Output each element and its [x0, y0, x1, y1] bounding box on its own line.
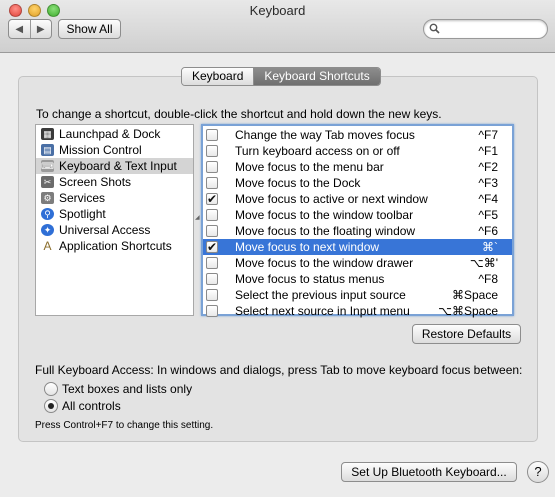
shortcut-key[interactable]: ^F4 [478, 191, 498, 207]
radio-label-all-controls[interactable]: All controls [62, 399, 121, 413]
category-item[interactable]: ▤ Mission Control [36, 142, 193, 158]
keyboard-access-note: Press Control+F7 to change this setting. [35, 420, 214, 431]
shortcut-label: Move focus to the window drawer [235, 256, 414, 270]
keyboard-icon: ⌨ [41, 160, 54, 172]
shortcut-checkbox[interactable] [206, 305, 218, 317]
split-marker-icon: ◢ [195, 215, 200, 221]
help-button[interactable]: ? [527, 461, 549, 483]
shortcut-key[interactable]: ^F8 [478, 271, 498, 287]
shortcut-label: Move focus to status menus [235, 272, 385, 286]
shortcut-key[interactable]: ^F2 [478, 159, 498, 175]
category-label: Mission Control [59, 143, 142, 157]
shortcut-row[interactable]: Move focus to the menu bar ^F2 [203, 159, 512, 175]
shortcut-label: Select next source in Input menu [235, 304, 410, 318]
shortcut-row[interactable]: Change the way Tab moves focus ^F7 [203, 127, 512, 143]
shortcut-checkbox[interactable] [206, 257, 218, 269]
shortcut-checkbox[interactable] [206, 225, 218, 237]
screenshot-icon: ✂ [41, 176, 54, 188]
shortcut-checkbox[interactable] [206, 191, 218, 207]
shortcut-checkbox[interactable] [206, 209, 218, 221]
spotlight-icon: ⚲ [41, 208, 54, 220]
launchpad-icon: ▦ [41, 128, 54, 140]
category-label: Services [59, 191, 106, 205]
shortcut-key[interactable]: ⌥⌘' [470, 255, 498, 271]
shortcut-checkbox[interactable] [206, 161, 218, 173]
shortcut-checkbox[interactable] [206, 239, 218, 255]
category-item[interactable]: ⚙ Services [36, 190, 193, 206]
shortcut-label: Move focus to the menu bar [235, 160, 384, 174]
category-item[interactable]: ✂ Screen Shots [36, 174, 193, 190]
shortcut-label: Move focus to the Dock [235, 176, 361, 190]
shortcut-key[interactable]: ^F6 [478, 223, 498, 239]
radio-text-boxes-only[interactable] [44, 382, 58, 396]
category-label: Screen Shots [59, 175, 132, 189]
category-item[interactable]: A Application Shortcuts [36, 238, 193, 254]
shortcut-table: Change the way Tab moves focus ^F7 Turn … [201, 124, 514, 319]
shortcut-label: Move focus to next window [235, 240, 380, 254]
shortcut-checkbox[interactable] [206, 145, 218, 157]
category-list: ▦ Launchpad & Dock ▤ Mission Control ⌨ K… [35, 124, 194, 316]
category-label: Spotlight [59, 207, 106, 221]
show-all-button[interactable]: Show All [58, 19, 121, 39]
set-up-bluetooth-keyboard-button[interactable]: Set Up Bluetooth Keyboard... [341, 462, 517, 482]
shortcut-row[interactable]: Select the previous input source ⌘Space [203, 287, 512, 303]
shortcut-key[interactable]: ^F5 [478, 207, 498, 223]
shortcut-checkbox[interactable] [206, 177, 218, 189]
shortcut-row[interactable]: Turn keyboard access on or off ^F1 [203, 143, 512, 159]
window-title: Keyboard [249, 3, 306, 18]
category-item[interactable]: ▦ Launchpad & Dock [36, 126, 193, 142]
shortcut-checkbox[interactable] [206, 289, 218, 301]
accessibility-icon: ✦ [41, 224, 54, 236]
category-label: Launchpad & Dock [59, 127, 161, 141]
restore-defaults-button[interactable]: Restore Defaults [412, 324, 521, 344]
app-store-icon: A [43, 239, 52, 253]
category-item[interactable]: ⌨ Keyboard & Text Input [36, 158, 193, 174]
shortcut-key[interactable]: ⌘` [482, 239, 498, 255]
gear-icon: ⚙ [41, 192, 54, 204]
keyboard-preferences-window: Keyboard ◀ ▶ Show All Keyboard Keyboard … [0, 0, 555, 497]
shortcut-key[interactable]: ^F3 [478, 175, 498, 191]
search-input[interactable] [444, 22, 544, 36]
category-label: Universal Access [59, 223, 151, 237]
shortcut-row[interactable]: Select next source in Input menu ⌥⌘Space [203, 303, 512, 319]
shortcut-label: Move focus to the window toolbar [235, 208, 414, 222]
shortcut-checkbox[interactable] [206, 129, 218, 141]
shortcut-key[interactable]: ^F1 [478, 143, 498, 159]
tab-keyboard-shortcuts[interactable]: Keyboard Shortcuts [253, 68, 380, 85]
shortcut-row[interactable]: Move focus to status menus ^F8 [203, 271, 512, 287]
instructions-text: To change a shortcut, double-click the s… [36, 107, 442, 121]
shortcut-row[interactable]: Move focus to the floating window ^F6 [203, 223, 512, 239]
back-button[interactable]: ◀ [9, 20, 30, 38]
category-label: Keyboard & Text Input [59, 159, 177, 173]
mission-control-icon: ▤ [41, 144, 54, 156]
shortcut-row[interactable]: Move focus to the window toolbar ^F5 [203, 207, 512, 223]
search-field[interactable] [423, 19, 548, 39]
shortcut-label: Change the way Tab moves focus [235, 128, 415, 142]
shortcut-label: Select the previous input source [235, 288, 406, 302]
radio-label-text-boxes[interactable]: Text boxes and lists only [62, 382, 192, 396]
tab-bar: Keyboard Keyboard Shortcuts [181, 67, 381, 86]
shortcut-row[interactable]: Move focus to the window drawer ⌥⌘' [203, 255, 512, 271]
shortcut-key[interactable]: ⌘Space [452, 287, 498, 303]
search-icon [429, 23, 440, 34]
shortcut-row[interactable]: Move focus to active or next window ^F4 [203, 191, 512, 207]
radio-all-controls[interactable] [44, 399, 58, 413]
shortcut-label: Turn keyboard access on or off [235, 144, 400, 158]
category-item[interactable]: ✦ Universal Access [36, 222, 193, 238]
shortcut-row[interactable]: Move focus to the Dock ^F3 [203, 175, 512, 191]
category-label: Application Shortcuts [59, 239, 172, 253]
shortcut-key[interactable]: ^F7 [478, 127, 498, 143]
back-forward-control: ◀ ▶ [8, 19, 52, 39]
title-bar: Keyboard ◀ ▶ Show All [0, 0, 555, 53]
category-item[interactable]: ⚲ Spotlight [36, 206, 193, 222]
tab-keyboard[interactable]: Keyboard [182, 68, 254, 85]
full-keyboard-access-label: Full Keyboard Access: In windows and dia… [35, 363, 523, 377]
shortcut-checkbox[interactable] [206, 273, 218, 285]
shortcut-label: Move focus to the floating window [235, 224, 416, 238]
forward-button[interactable]: ▶ [29, 20, 52, 38]
shortcut-label: Move focus to active or next window [235, 192, 428, 206]
shortcut-row-selected[interactable]: Move focus to next window ⌘` [203, 239, 512, 255]
shortcut-key[interactable]: ⌥⌘Space [438, 303, 498, 319]
